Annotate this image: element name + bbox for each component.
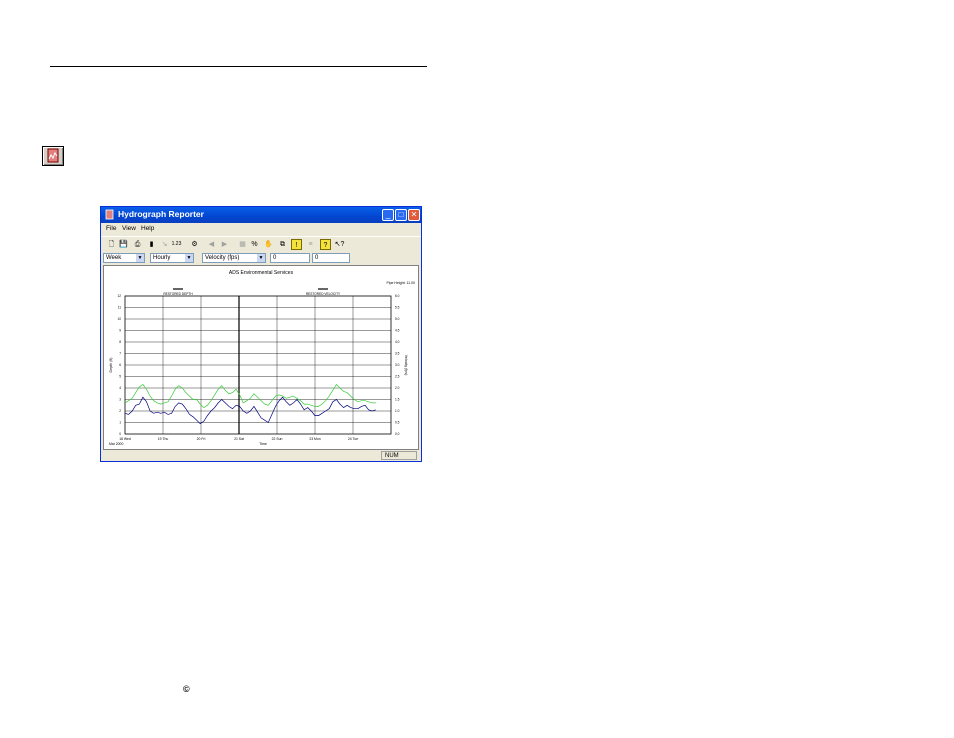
- right-tick-label: 0.0: [395, 432, 400, 436]
- left-tick-label: 12: [117, 294, 121, 298]
- right-tick-label: 2.5: [395, 375, 400, 379]
- filter-icon[interactable]: ≡: [305, 239, 316, 250]
- maximize-button[interactable]: □: [395, 209, 407, 221]
- window-title: Hydrograph Reporter: [118, 209, 204, 219]
- numbers-icon[interactable]: 1.23: [171, 239, 182, 250]
- left-tick-label: 3: [119, 398, 121, 402]
- chevron-down-icon[interactable]: ▼: [185, 254, 193, 262]
- left-tick-label: 9: [119, 329, 121, 333]
- help-icon[interactable]: ?: [320, 239, 331, 250]
- properties-icon[interactable]: ⚙: [189, 239, 200, 250]
- print-icon[interactable]: ⎙: [132, 239, 143, 250]
- x-tick-label: 21 Sat: [234, 437, 244, 441]
- right-tick-label: 5.0: [395, 317, 400, 321]
- alert-icon[interactable]: !: [291, 239, 302, 250]
- left-tick-label: 4: [119, 386, 121, 390]
- scale-icon[interactable]: ↘: [159, 239, 170, 250]
- right-tick-label: 0.5: [395, 421, 400, 425]
- hydrograph-svg: ADS Environmental Services Pipe Height: 1…: [109, 270, 415, 446]
- grid-icon[interactable]: ▦: [237, 239, 248, 250]
- left-axis-label: Depth (ft): [109, 358, 113, 373]
- left-tick-label: 11: [118, 306, 122, 310]
- right-tick-label: 5.5: [395, 306, 400, 310]
- right-tick-label: 1.5: [395, 398, 400, 402]
- context-help-icon[interactable]: ↖?: [334, 239, 345, 250]
- right-tick-label: 3.0: [395, 363, 400, 367]
- period-select[interactable]: Week ▼: [103, 253, 145, 263]
- left-tick-label: 0: [119, 432, 121, 436]
- hand-icon[interactable]: ✋: [263, 239, 274, 250]
- left-tick-label: 8: [119, 340, 121, 344]
- close-button[interactable]: ✕: [408, 209, 420, 221]
- left-tick-label: 2: [119, 409, 121, 413]
- chart-title: ADS Environmental Services: [229, 270, 294, 276]
- menu-view[interactable]: View: [122, 225, 136, 232]
- title-bar[interactable]: Hydrograph Reporter _ □ ✕: [101, 207, 421, 223]
- x-tick-label: 23 Mon: [309, 437, 320, 441]
- left-tick-label: 5: [119, 375, 121, 379]
- hydrograph-app-icon[interactable]: [42, 146, 64, 166]
- x-axis-label: Time: [259, 442, 267, 446]
- right-axis-label: Velocity (fps): [404, 355, 408, 376]
- previous-icon[interactable]: ◀: [206, 239, 217, 250]
- series-line-1: [124, 396, 376, 425]
- pipe-height-label: Pipe Height: 11.00: [386, 281, 415, 285]
- chevron-down-icon[interactable]: ▼: [257, 254, 265, 262]
- right-tick-label: 4.0: [395, 340, 400, 344]
- left-tick-label: 1: [119, 421, 121, 425]
- right-tick-label: 2.0: [395, 386, 400, 390]
- hydrograph-chart: ADS Environmental Services Pipe Height: 1…: [103, 265, 419, 450]
- new-icon[interactable]: 🗋: [106, 239, 117, 250]
- entity-select[interactable]: Velocity (fps) ▼: [202, 253, 266, 263]
- right-tick-label: 4.5: [395, 329, 400, 333]
- interval-select[interactable]: Hourly ▼: [150, 253, 194, 263]
- chevron-down-icon[interactable]: ▼: [136, 254, 144, 262]
- filter-bar: Week ▼ Hourly ▼ Velocity (fps) ▼ 0 0: [101, 252, 421, 264]
- x-start-label: Mar 2000: [109, 442, 123, 446]
- value-field-2[interactable]: 0: [312, 253, 350, 263]
- minimize-button[interactable]: _: [382, 209, 394, 221]
- right-tick-label: 1.0: [395, 409, 400, 413]
- toolbar: 🗋 💾 ⎙ ▮ ↘ 1.23 ⚙ ◀ ▶ ▦% ✋ ⧉! ≡? ↖?: [101, 236, 421, 252]
- x-tick-label: 24 Tue: [348, 437, 358, 441]
- app-title-icon: [105, 209, 114, 220]
- x-tick-label: 22 Sun: [272, 437, 283, 441]
- save-icon[interactable]: 💾: [118, 239, 129, 250]
- right-tick-label: 6.0: [395, 294, 400, 298]
- left-tick-label: 7: [119, 352, 121, 356]
- menu-file[interactable]: File: [106, 225, 116, 232]
- next-icon[interactable]: ▶: [219, 239, 230, 250]
- legend-label: RESTORED VELOCITY: [306, 292, 341, 296]
- hydrograph-reporter-window: Hydrograph Reporter _ □ ✕ File View Help…: [100, 206, 422, 462]
- percent-icon[interactable]: %: [249, 239, 260, 250]
- menu-help[interactable]: Help: [141, 225, 154, 232]
- copy-icon[interactable]: ⧉: [277, 239, 288, 250]
- right-tick-label: 3.5: [395, 352, 400, 356]
- horizontal-rule: [50, 66, 427, 67]
- legend-label: RESTORED DEPTH: [163, 292, 193, 296]
- x-tick-label: 20 Fri: [197, 437, 206, 441]
- menu-bar: File View Help: [101, 224, 421, 235]
- status-bar: NUM: [101, 451, 421, 461]
- x-tick-label: 19 Thu: [158, 437, 169, 441]
- x-tick-label: 18 Wed: [119, 437, 131, 441]
- num-lock-indicator: NUM: [381, 451, 417, 460]
- value-field-1[interactable]: 0: [270, 253, 310, 263]
- left-tick-label: 10: [117, 317, 121, 321]
- left-tick-label: 6: [119, 363, 121, 367]
- copyright-symbol: ©: [183, 684, 190, 694]
- column-chart-icon[interactable]: ▮: [146, 239, 157, 250]
